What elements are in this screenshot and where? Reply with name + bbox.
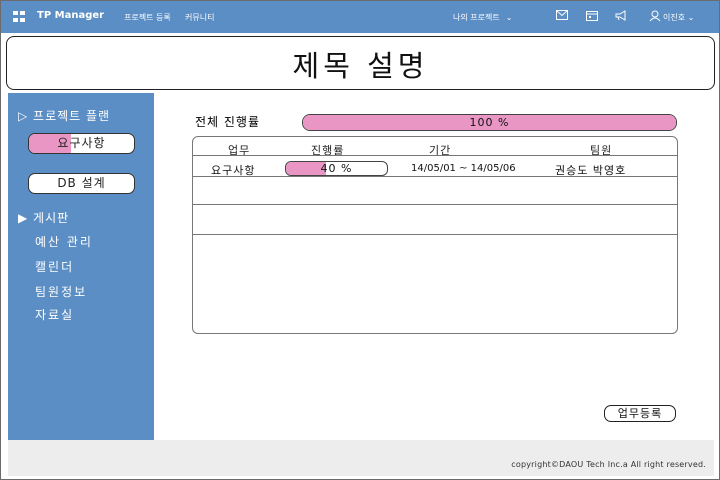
footer: copyright©DAOU Tech Inc.a All right rese… [8,440,714,476]
overall-progress-bar: 100 % [302,114,677,131]
top-navigation-bar: TP Manager 프로젝트 등록 커뮤니티 나의 프로젝트 ⌄ 이진호 ⌄ [1,1,719,33]
sidebar-requirements-button[interactable]: 요구사항 [28,133,135,154]
my-projects-label: 나의 프로젝트 [453,13,500,22]
sidebar-board[interactable]: ▶ 게시판 [18,209,69,226]
mail-icon[interactable] [555,10,569,22]
overall-progress-text: 100 % [469,116,510,129]
table-header-divider [193,155,677,156]
sidebar-item-team-info[interactable]: 팀원정보 [35,283,87,300]
page-title: 제목 설명 [292,49,429,83]
nav-community[interactable]: 커뮤니티 [185,12,214,23]
row-divider [193,234,677,235]
sidebar-db-design-label: DB 설계 [57,176,106,190]
title-band: 제목 설명 [6,36,715,90]
nav-project-register[interactable]: 프로젝트 등록 [124,12,171,23]
my-projects-dropdown[interactable]: 나의 프로젝트 ⌄ [453,12,512,23]
sidebar-project-plan[interactable]: ▷ 프로젝트 플랜 [18,107,110,124]
overall-progress-label: 전체 진행률 [195,115,261,129]
row-period: 14/05/01 ~ 14/05/06 [411,163,516,174]
task-table: 업무 진행률 기간 팀원 요구사항 40 % 14/05/01 ~ 14/05/… [192,136,678,334]
row-progress-bar: 40 % [285,161,388,176]
sidebar-item-archive[interactable]: 자료실 [35,306,74,323]
sidebar-db-design-button[interactable]: DB 설계 [28,173,135,194]
sidebar-item-calendar[interactable]: 캘린더 [35,258,74,275]
row-divider [193,176,677,177]
row-divider [193,204,677,205]
grid-logo-icon [13,11,25,22]
calendar-icon[interactable] [585,10,599,22]
sidebar: ▷ 프로젝트 플랜 요구사항 DB 설계 ▶ 게시판 예산 관리 캘린더 팀원정… [8,93,154,440]
chevron-down-icon: ⌄ [505,13,513,22]
sidebar-requirements-label: 요구사항 [57,136,106,150]
user-name: 이진호 [663,13,686,22]
row-progress-text: 40 % [320,162,353,175]
megaphone-icon[interactable] [614,10,628,22]
register-task-button[interactable]: 업무등록 [604,405,676,422]
copyright-text: copyright©DAOU Tech Inc.a All right rese… [511,460,706,469]
user-menu[interactable]: 이진호 ⌄ [663,12,694,23]
user-icon[interactable] [648,10,662,22]
app-title[interactable]: TP Manager [37,10,104,21]
sidebar-item-budget[interactable]: 예산 관리 [35,233,93,250]
